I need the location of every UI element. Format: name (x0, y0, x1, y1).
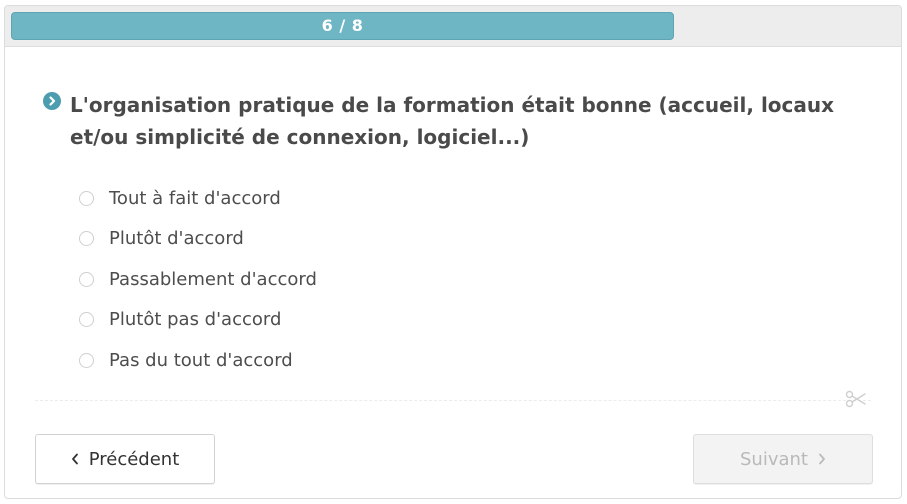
option-label: Plutôt pas d'accord (109, 309, 282, 331)
previous-button-label: Précédent (88, 448, 180, 470)
radio-button[interactable] (79, 352, 94, 368)
chevron-left-icon (71, 449, 79, 470)
radio-button[interactable] (79, 271, 94, 287)
previous-button[interactable]: Précédent (35, 434, 215, 484)
option-tout-a-fait-d-accord[interactable]: Tout à fait d'accord (79, 178, 317, 219)
option-label: Tout à fait d'accord (109, 187, 281, 209)
radio-button[interactable] (79, 231, 94, 247)
next-button-label: Suivant (740, 448, 808, 470)
dashed-divider (35, 400, 871, 401)
chevron-right-circle-icon (43, 92, 61, 110)
option-plutot-d-accord[interactable]: Plutôt d'accord (79, 219, 317, 260)
option-passablement-d-accord[interactable]: Passablement d'accord (79, 259, 317, 300)
progress-bar: 6 / 8 (5, 6, 901, 47)
radio-button[interactable] (79, 312, 94, 328)
chevron-right-icon (818, 449, 826, 470)
next-button[interactable]: Suivant (693, 434, 873, 484)
option-label: Passablement d'accord (109, 268, 317, 290)
option-label: Plutôt d'accord (109, 228, 244, 250)
option-pas-du-tout-d-accord[interactable]: Pas du tout d'accord (79, 340, 317, 381)
scissors-icon (845, 390, 867, 412)
survey-frame: 6 / 8 L'organisation pratique de la form… (4, 5, 902, 499)
option-label: Pas du tout d'accord (109, 349, 293, 371)
answer-options: Tout à fait d'accord Plutôt d'accord Pas… (79, 178, 317, 381)
option-plutot-pas-d-accord[interactable]: Plutôt pas d'accord (79, 300, 317, 341)
progress-label: 6 / 8 (321, 16, 364, 35)
question-text: L'organisation pratique de la formation … (70, 93, 835, 149)
progress-bar-fill: 6 / 8 (11, 12, 674, 40)
question: L'organisation pratique de la formation … (43, 89, 883, 153)
radio-button[interactable] (79, 190, 94, 206)
